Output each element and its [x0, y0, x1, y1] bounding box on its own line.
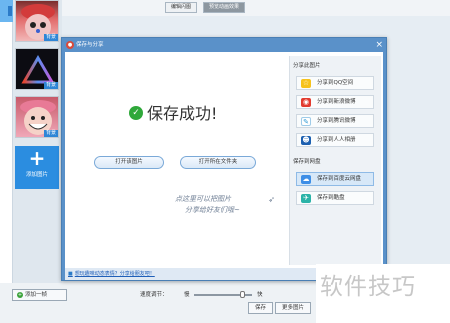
check-icon: ✓: [129, 106, 143, 120]
share-panel: 分享此图片 ☆ 分享到QQ空间 ◉ 分享到新浪微博 ✎ 分享到腾讯微博 ☻ 分享…: [289, 56, 381, 265]
weibo-icon: ◉: [301, 98, 311, 107]
save-section-title: 保存到网盘: [293, 159, 321, 165]
frame-tag: 背景: [43, 130, 58, 137]
save-kupan-button[interactable]: ✈ 保存到酷盘: [296, 191, 374, 205]
open-image-button[interactable]: 打开该图片: [94, 156, 164, 169]
save-share-dialog: ● 保存与分享 × ✓ 保存成功! 打开该图片 打开所在文件夹 点这里可以把图片…: [61, 37, 387, 281]
kupan-icon: ✈: [301, 194, 311, 203]
share-sina-weibo-label: 分享到新浪微博: [317, 99, 356, 105]
more-images-button[interactable]: 更多图片: [275, 302, 312, 314]
plus-icon: +: [28, 146, 46, 170]
arrow-icon: ➶: [268, 195, 275, 204]
add-image-button[interactable]: + 添加图片: [15, 146, 59, 189]
left-strip-selection: [0, 0, 13, 22]
frame-tag: 背景: [43, 34, 58, 41]
open-folder-button[interactable]: 打开所在文件夹: [180, 156, 256, 169]
close-icon[interactable]: ×: [375, 39, 383, 51]
tab-edit-gif[interactable]: 编辑闪图: [165, 2, 198, 13]
star-icon: ☆: [301, 79, 311, 88]
add-frame-button[interactable]: + 添加一帧: [12, 289, 67, 301]
dialog-title: 保存与分享: [76, 42, 104, 48]
save-baidu-cloud-label: 保存到百度云网盘: [317, 176, 362, 182]
share-tencent-weibo-label: 分享到腾讯微博: [317, 118, 356, 124]
frame-tag: 背景: [43, 82, 58, 89]
speed-slow-label: 慢: [184, 292, 190, 298]
frame-thumbnail[interactable]: 背景: [15, 96, 59, 138]
speed-slider-handle[interactable]: [240, 291, 245, 298]
add-circle-icon: +: [17, 291, 23, 298]
renren-icon: ☻: [301, 136, 311, 145]
share-tencent-weibo-button[interactable]: ✎ 分享到腾讯微博: [296, 114, 374, 128]
add-image-label: 添加图片: [25, 172, 48, 178]
dialog-body: ✓ 保存成功! 打开该图片 打开所在文件夹 点这里可以把图片 分享给好友们哦~ …: [65, 52, 383, 268]
speed-fast-label: 快: [257, 292, 263, 298]
left-strip: [0, 0, 13, 323]
share-qzone-label: 分享到QQ空间: [317, 80, 354, 86]
dialog-title-bar: ● 保存与分享: [62, 38, 386, 52]
watermark-text: 软件技巧: [320, 274, 416, 300]
share-renren-label: 分享到人人相册: [317, 137, 356, 143]
cloud-icon: ☁: [301, 175, 311, 184]
promo-link[interactable]: 想玩趣味动态表情？分享给朋友吧！: [68, 270, 155, 277]
share-sina-weibo-button[interactable]: ◉ 分享到新浪微博: [296, 95, 374, 109]
save-baidu-cloud-button[interactable]: ☁ 保存到百度云网盘: [296, 172, 374, 186]
frame-thumbnail-list: 背景 背景 背景 + 添加图片: [13, 0, 62, 323]
save-button[interactable]: 保存: [248, 302, 274, 314]
app-logo-icon: ●: [66, 41, 74, 49]
speed-label: 速度调节：: [140, 292, 168, 298]
success-text: 保存成功!: [147, 104, 218, 123]
frame-thumbnail[interactable]: 背景: [15, 0, 59, 42]
share-hint-line2: 分享给好友们哦~: [185, 206, 240, 214]
share-hint: 点这里可以把图片 分享给好友们哦~ ➶: [175, 194, 275, 216]
save-kupan-label: 保存到酷盘: [317, 195, 345, 201]
tab-preview-animation[interactable]: 预览动画效果: [203, 2, 246, 13]
share-section-title: 分享此图片: [293, 63, 321, 69]
add-frame-label: 添加一帧: [25, 292, 48, 298]
top-toolbar: 编辑闪图 预览动画效果: [62, 0, 450, 16]
frame-thumbnail[interactable]: 背景: [15, 48, 59, 90]
share-renren-button[interactable]: ☻ 分享到人人相册: [296, 133, 374, 147]
share-qzone-button[interactable]: ☆ 分享到QQ空间: [296, 76, 374, 90]
share-hint-line1: 点这里可以把图片: [175, 195, 231, 203]
tencent-weibo-icon: ✎: [301, 117, 311, 126]
